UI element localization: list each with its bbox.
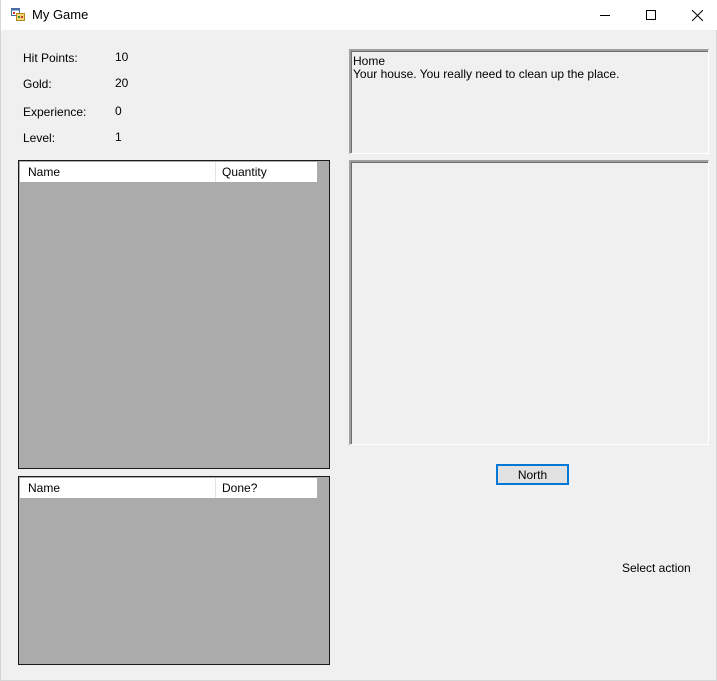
inventory-list[interactable]: Name Quantity <box>18 160 330 469</box>
minimize-button[interactable] <box>582 0 628 30</box>
hit-points-label: Hit Points: <box>23 51 78 65</box>
minimize-icon <box>600 15 610 16</box>
location-textbox[interactable]: Home Your house. You really need to clea… <box>349 49 709 154</box>
level-label: Level: <box>23 131 56 145</box>
messages-textbox[interactable] <box>349 160 709 445</box>
maximize-button[interactable] <box>628 0 674 30</box>
select-action-label: Select action <box>622 561 691 575</box>
inventory-column-quantity[interactable]: Quantity <box>216 162 317 182</box>
location-description: Your house. You really need to clean up … <box>353 67 620 81</box>
window-title: My Game <box>32 7 89 22</box>
inventory-column-name[interactable]: Name <box>20 162 216 182</box>
north-button[interactable]: North <box>496 464 569 485</box>
location-name: Home <box>353 54 386 68</box>
north-button-label: North <box>517 467 548 482</box>
hit-points-value: 10 <box>115 50 129 64</box>
close-button[interactable] <box>674 0 717 30</box>
experience-label: Experience: <box>23 105 87 119</box>
quests-list[interactable]: Name Done? <box>18 476 330 665</box>
inventory-header: Name Quantity <box>20 162 317 182</box>
quests-column-done[interactable]: Done? <box>216 478 317 498</box>
experience-value: 0 <box>115 104 122 118</box>
main-window: My Game Hit Points: 10 Gold: 20 Experien… <box>0 0 717 681</box>
level-value: 1 <box>115 130 122 144</box>
quests-column-name[interactable]: Name <box>20 478 216 498</box>
quests-header: Name Done? <box>20 478 317 498</box>
gold-label: Gold: <box>23 77 52 91</box>
maximize-icon <box>646 10 656 20</box>
close-icon <box>691 9 703 21</box>
winforms-app-icon <box>11 8 25 21</box>
title-bar[interactable]: My Game <box>1 0 717 30</box>
gold-value: 20 <box>115 76 129 90</box>
